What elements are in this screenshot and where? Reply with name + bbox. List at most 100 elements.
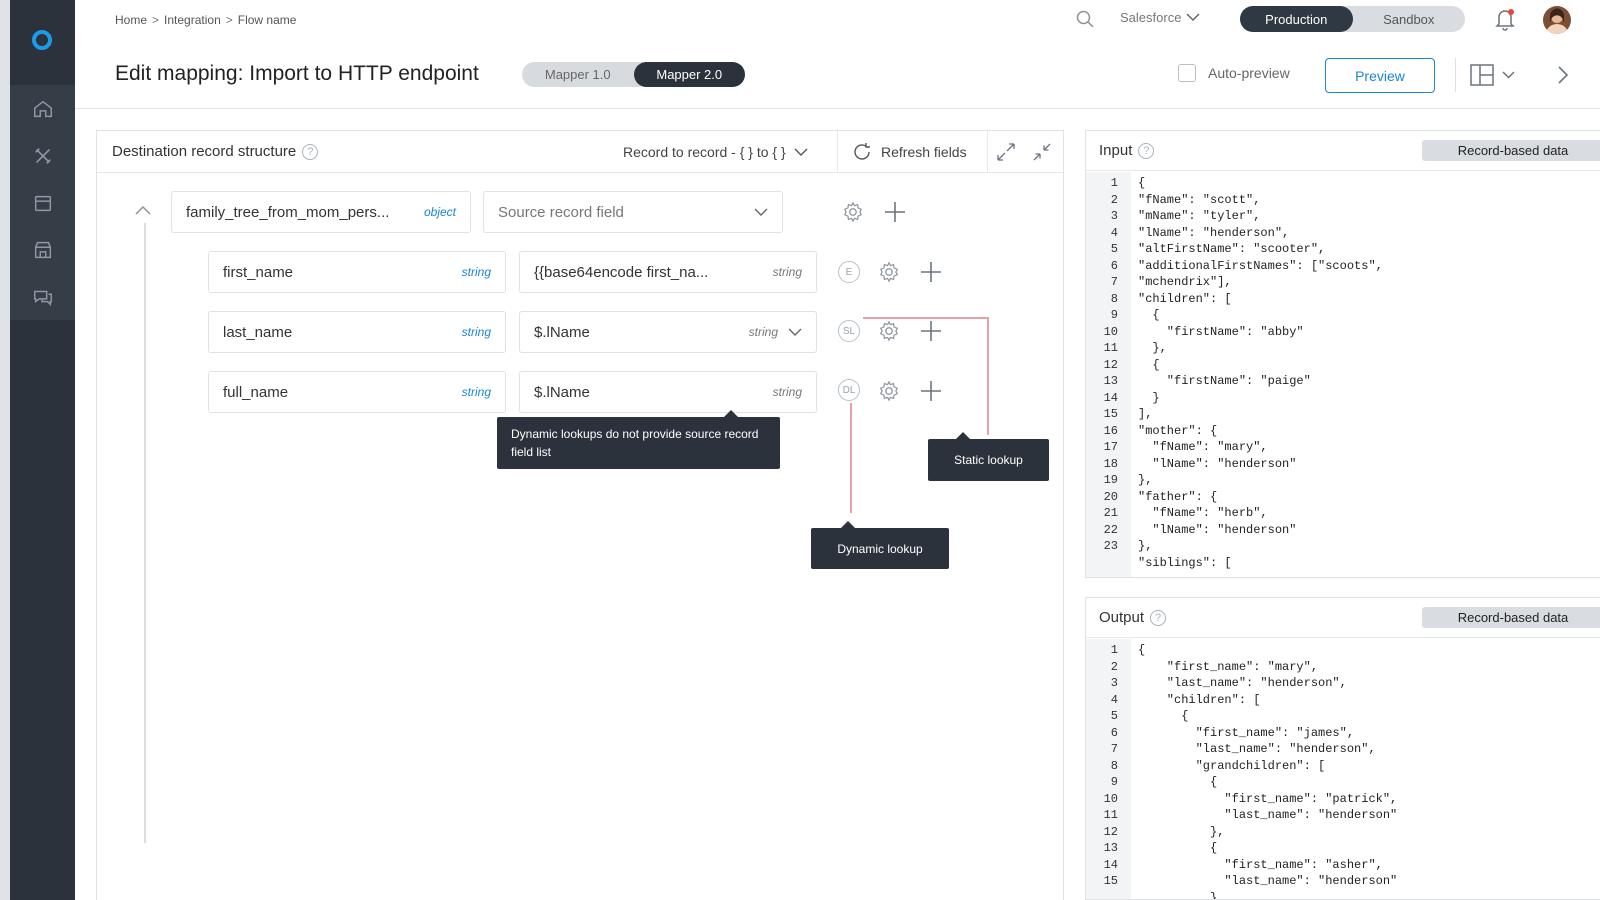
help-icon[interactable]: ? <box>302 143 319 160</box>
source-record-field-select[interactable]: Source record field <box>483 191 783 233</box>
nav-support[interactable] <box>10 275 75 319</box>
record-type-select[interactable]: Record to record - { } to { } <box>623 144 808 160</box>
destination-field-first-name[interactable]: first_name string <box>208 251 506 293</box>
line-number: 3 <box>1110 676 1118 690</box>
input-data-type-chip[interactable]: Record-based data <box>1422 140 1600 161</box>
line-number: 4 <box>1110 225 1118 240</box>
page-title: Edit mapping: Import to HTTP endpoint <box>115 62 479 85</box>
resources-icon <box>34 195 51 212</box>
settings-gear-icon[interactable] <box>842 201 864 223</box>
code-text: "mother": { <box>1138 423 1218 438</box>
line-number: 12 <box>1103 357 1118 372</box>
field-type: object <box>423 205 456 219</box>
output-title-text: Output <box>1099 609 1145 626</box>
expression-badge[interactable]: E <box>838 261 860 283</box>
breadcrumb-flow[interactable]: Flow name <box>238 13 297 27</box>
source-type: string <box>748 325 778 339</box>
breadcrumb-integration[interactable]: Integration <box>164 13 221 27</box>
static-lookup-badge[interactable]: SL <box>838 320 860 342</box>
line-number: 15 <box>1103 874 1118 888</box>
source-field-last-name[interactable]: $.lName string <box>519 311 817 353</box>
env-sandbox[interactable]: Sandbox <box>1353 6 1466 32</box>
notification-bell-icon[interactable] <box>1492 6 1518 32</box>
line-number: 10 <box>1103 324 1118 339</box>
destination-field-full-name[interactable]: full_name string <box>208 371 506 413</box>
expand-icon[interactable] <box>996 142 1016 162</box>
code-line: 20 "father": { <box>1086 490 1218 507</box>
nav-resources[interactable] <box>10 181 75 225</box>
settings-gear-icon[interactable] <box>878 380 900 402</box>
chevron-right-icon[interactable] <box>1553 64 1573 86</box>
code-text: "altFirstName": "scooter", <box>1138 242 1326 256</box>
input-json-editor[interactable]: 1{2 "fName": "scott", 3 "mName": "tyler", 4 "… <box>1086 172 1600 577</box>
tooltip-arrow <box>956 432 970 439</box>
nav-tools[interactable] <box>10 134 75 178</box>
avatar-image-icon <box>1546 8 1568 34</box>
settings-gear-icon[interactable] <box>878 261 900 283</box>
code-text: "siblings": [ <box>1138 555 1232 570</box>
search-icon[interactable] <box>1075 9 1095 29</box>
add-field-icon[interactable] <box>919 319 943 343</box>
line-number: 4 <box>1110 692 1118 707</box>
env-production[interactable]: Production <box>1240 6 1353 32</box>
static-lookup-connector <box>987 317 989 435</box>
code-text: "first_name": "mary", <box>1138 659 1319 674</box>
user-avatar[interactable] <box>1543 6 1571 34</box>
line-number: 13 <box>1103 841 1118 855</box>
line-number: 3 <box>1110 209 1118 223</box>
output-json-editor[interactable]: 1{2 "first_name": "mary", 3 "last_name": … <box>1086 639 1600 899</box>
dynamic-lookup-badge[interactable]: DL <box>838 379 860 401</box>
record-type-label: Record to record - { } to { } <box>623 144 786 160</box>
help-icon[interactable]: ? <box>1150 609 1167 626</box>
chevron-up-icon[interactable] <box>135 203 151 217</box>
help-icon[interactable]: ? <box>1138 142 1155 159</box>
code-text: { <box>1138 775 1218 789</box>
code-text: } <box>1138 390 1160 405</box>
code-line: 9 { <box>1086 308 1160 325</box>
code-text: { <box>1138 176 1146 190</box>
refresh-icon <box>854 143 870 160</box>
destination-field-last-name[interactable]: last_name string <box>208 311 506 353</box>
input-title-text: Input <box>1099 142 1133 159</box>
add-field-icon[interactable] <box>883 200 907 224</box>
nav-home[interactable] <box>10 87 75 131</box>
code-line: 10 "firstName": "abby" <box>1086 325 1304 342</box>
source-field-first-name[interactable]: {{base64encode first_na... string <box>519 251 817 293</box>
line-number: 1 <box>1110 643 1118 657</box>
source-placeholder: Source record field <box>498 203 624 221</box>
header-divider-line <box>75 108 1600 109</box>
code-text: "first_name": "asher", <box>1138 857 1383 872</box>
source-expression: $.lName <box>534 323 590 341</box>
breadcrumb-home[interactable]: Home <box>115 13 147 27</box>
output-data-type-chip[interactable]: Record-based data <box>1422 607 1600 628</box>
add-field-icon[interactable] <box>919 379 943 403</box>
chat-icon <box>33 290 52 307</box>
code-line: 5 "altFirstName": "scooter", <box>1086 242 1325 259</box>
code-text: "fName": "scott", <box>1138 192 1261 207</box>
line-number: 22 <box>1103 522 1118 537</box>
settings-gear-icon[interactable] <box>878 320 900 342</box>
destination-root-field[interactable]: family_tree_from_mom_pers... object <box>171 191 471 233</box>
source-field-full-name[interactable]: $.lName string <box>519 371 817 413</box>
account-select[interactable]: Salesforce <box>1120 10 1200 25</box>
preview-button[interactable]: Preview <box>1325 58 1435 93</box>
code-text: { <box>1138 357 1160 372</box>
code-text: "lName": "henderson" <box>1138 522 1297 537</box>
collapse-icon[interactable] <box>1032 142 1052 162</box>
source-type: string <box>772 385 802 399</box>
app-logo-icon[interactable] <box>30 28 54 52</box>
add-field-icon[interactable] <box>919 260 943 284</box>
mapper-2-option[interactable]: Mapper 2.0 <box>633 62 745 87</box>
code-text: }, <box>1138 473 1153 487</box>
nav-marketplace[interactable] <box>10 228 75 272</box>
code-text: { <box>1138 841 1218 855</box>
refresh-fields-button[interactable]: Refresh fields <box>851 141 967 163</box>
tools-icon <box>34 148 51 164</box>
layout-menu-button[interactable] <box>1470 62 1522 88</box>
mapper-1-option[interactable]: Mapper 1.0 <box>522 62 634 87</box>
line-number: 10 <box>1103 791 1118 806</box>
code-line: 19}, <box>1086 473 1153 490</box>
line-number: 8 <box>1110 758 1118 773</box>
auto-preview-checkbox[interactable] <box>1178 64 1196 82</box>
line-number: 7 <box>1110 275 1118 289</box>
